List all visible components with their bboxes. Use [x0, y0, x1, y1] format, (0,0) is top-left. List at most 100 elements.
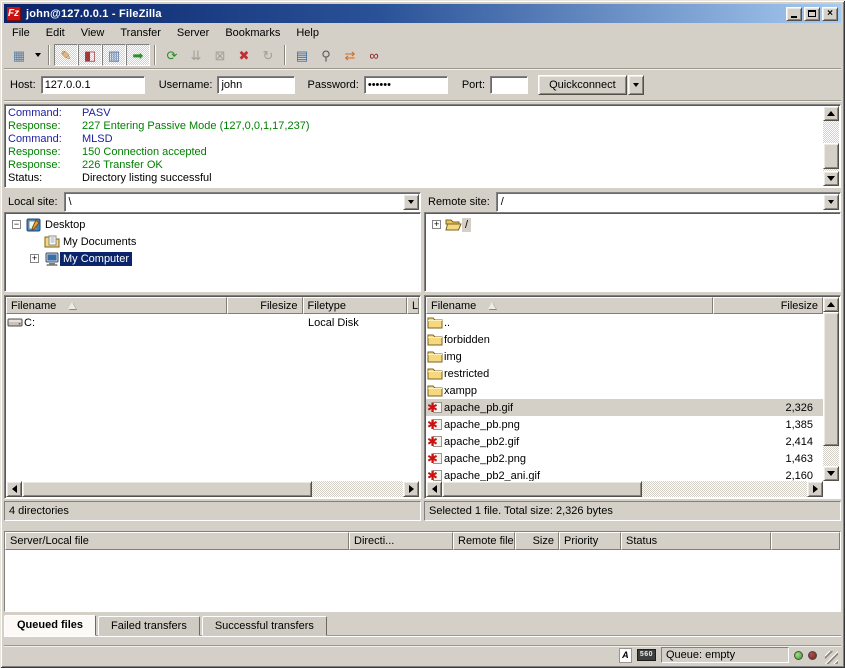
- filter-button[interactable]: ▤: [290, 44, 314, 66]
- toggle-local-tree-button[interactable]: ◧: [78, 44, 102, 66]
- tree-item-[interactable]: +/: [426, 216, 839, 233]
- file-row-c[interactable]: C:Local Disk: [6, 314, 419, 331]
- queue-column-directi[interactable]: Directi...: [349, 532, 453, 550]
- remote-site-combo[interactable]: /: [496, 192, 841, 212]
- titlebar[interactable]: Fz john@127.0.0.1 - FileZilla ×: [4, 4, 841, 23]
- tab-queued-files[interactable]: Queued files: [4, 615, 96, 636]
- disconnect-button[interactable]: ✖: [232, 44, 256, 66]
- filesize-cell: 1,385: [714, 416, 823, 433]
- queue-column-remote-file[interactable]: Remote file: [453, 532, 515, 550]
- sync-browse-button[interactable]: ⇄: [338, 44, 362, 66]
- file-row-img[interactable]: img: [426, 348, 823, 365]
- quickconnect-dropdown[interactable]: [628, 75, 644, 95]
- filezilla-app-icon[interactable]: Fz: [7, 7, 21, 21]
- log-line-text: 226 Transfer OK: [82, 159, 163, 171]
- desktop-icon: [25, 218, 42, 232]
- queue-column-size[interactable]: Size: [515, 532, 559, 550]
- file-row-restricted[interactable]: restricted: [426, 365, 823, 382]
- site-manager-button[interactable]: ▦: [7, 44, 31, 66]
- scroll-right-button[interactable]: [403, 481, 419, 497]
- site-manager-dropdown[interactable]: [31, 44, 44, 66]
- toggle-log-button[interactable]: ✎: [54, 44, 78, 66]
- local-hscrollbar[interactable]: [6, 481, 419, 497]
- file-row-forbidden[interactable]: forbidden: [426, 331, 823, 348]
- remote-list-body: ..forbiddenimgrestrictedxampp✱apache_pb.…: [426, 314, 823, 481]
- file-row-xampp[interactable]: xampp: [426, 382, 823, 399]
- filename-label: C:: [24, 317, 35, 329]
- scroll-track[interactable]: [22, 481, 403, 497]
- menu-edit[interactable]: Edit: [38, 25, 73, 41]
- menu-file[interactable]: File: [4, 25, 38, 41]
- tree-item-my-documents[interactable]: My Documents: [6, 233, 419, 250]
- local-site-dropdown[interactable]: [403, 194, 419, 210]
- tab-failed-transfers[interactable]: Failed transfers: [98, 616, 200, 636]
- scroll-right-button[interactable]: [807, 481, 823, 497]
- queue-column-priority[interactable]: Priority: [559, 532, 621, 550]
- menu-server[interactable]: Server: [169, 25, 217, 41]
- remote-hscrollbar[interactable]: [426, 481, 823, 497]
- scroll-down-button[interactable]: [823, 171, 839, 186]
- expand-plus-icon[interactable]: +: [432, 220, 441, 229]
- username-input[interactable]: [217, 76, 295, 94]
- column-header-filename[interactable]: Filename: [426, 297, 713, 314]
- log-vscrollbar[interactable]: [823, 106, 839, 186]
- filename-label: apache_pb2.png: [444, 453, 526, 465]
- menu-transfer[interactable]: Transfer: [112, 25, 169, 41]
- queue-column-server-local-file[interactable]: Server/Local file: [5, 532, 349, 550]
- resize-grip[interactable]: [825, 651, 838, 664]
- tree-item-label: Desktop: [42, 218, 88, 232]
- column-header-filetype[interactable]: Filetype: [303, 297, 408, 314]
- toggle-remote-tree-button[interactable]: ▥: [102, 44, 126, 66]
- menu-view[interactable]: View: [73, 25, 113, 41]
- file-row-apache-pb-gif[interactable]: ✱apache_pb.gif2,326: [426, 399, 823, 416]
- remote-vscrollbar[interactable]: [823, 297, 839, 481]
- quickconnect-button[interactable]: Quickconnect: [538, 75, 627, 95]
- data-type-icon[interactable]: A: [619, 648, 632, 663]
- scroll-thumb[interactable]: [442, 481, 642, 497]
- file-row-apache-pb2-ani-gif[interactable]: ✱apache_pb2_ani.gif2,160: [426, 467, 823, 481]
- file-row-[interactable]: ..: [426, 314, 823, 331]
- toolbar-separator: [48, 45, 50, 65]
- menu-help[interactable]: Help: [288, 25, 327, 41]
- scroll-track[interactable]: [823, 312, 839, 466]
- column-header-l[interactable]: L: [407, 297, 419, 314]
- scroll-thumb[interactable]: [823, 312, 839, 446]
- tree-item-desktop[interactable]: − Desktop: [6, 216, 419, 233]
- toggle-queue-button[interactable]: ➡: [126, 44, 150, 66]
- refresh-button[interactable]: ⟳: [160, 44, 184, 66]
- close-button[interactable]: ×: [822, 7, 838, 21]
- column-header-filesize[interactable]: Filesize: [227, 297, 303, 314]
- file-row-apache-pb2-png[interactable]: ✱apache_pb2.png1,463: [426, 450, 823, 467]
- maximize-button[interactable]: [804, 7, 820, 21]
- tree-item-my-computer[interactable]: +My Computer: [6, 250, 419, 267]
- compare-button[interactable]: ⚲: [314, 44, 338, 66]
- find-button[interactable]: ∞: [362, 44, 386, 66]
- scroll-up-button[interactable]: [823, 297, 839, 312]
- host-input[interactable]: [41, 76, 145, 94]
- scroll-track[interactable]: [823, 121, 839, 171]
- collapse-minus-icon[interactable]: −: [12, 220, 21, 229]
- queue-body[interactable]: [5, 550, 840, 611]
- file-row-apache-pb2-gif[interactable]: ✱apache_pb2.gif2,414: [426, 433, 823, 450]
- menu-bookmarks[interactable]: Bookmarks: [217, 25, 288, 41]
- column-header-filename[interactable]: Filename: [6, 297, 227, 314]
- scroll-up-button[interactable]: [823, 106, 839, 121]
- column-header-filesize[interactable]: Filesize: [713, 297, 823, 314]
- file-row-apache-pb-png[interactable]: ✱apache_pb.png1,385: [426, 416, 823, 433]
- scroll-down-button[interactable]: [823, 466, 839, 481]
- local-site-combo[interactable]: \: [64, 192, 421, 212]
- password-input[interactable]: [364, 76, 448, 94]
- tab-successful-transfers[interactable]: Successful transfers: [202, 616, 327, 636]
- scroll-thumb[interactable]: [823, 143, 839, 169]
- local-site-value: \: [65, 196, 402, 208]
- scroll-thumb[interactable]: [22, 481, 312, 497]
- expand-plus-icon[interactable]: +: [30, 254, 39, 263]
- scroll-track[interactable]: [442, 481, 807, 497]
- remote-site-dropdown[interactable]: [823, 194, 839, 210]
- port-input[interactable]: [490, 76, 528, 94]
- scroll-left-button[interactable]: [426, 481, 442, 497]
- speed-limit-icon[interactable]: 560: [637, 649, 656, 661]
- scroll-left-button[interactable]: [6, 481, 22, 497]
- minimize-button[interactable]: [786, 7, 802, 21]
- queue-column-status[interactable]: Status: [621, 532, 771, 550]
